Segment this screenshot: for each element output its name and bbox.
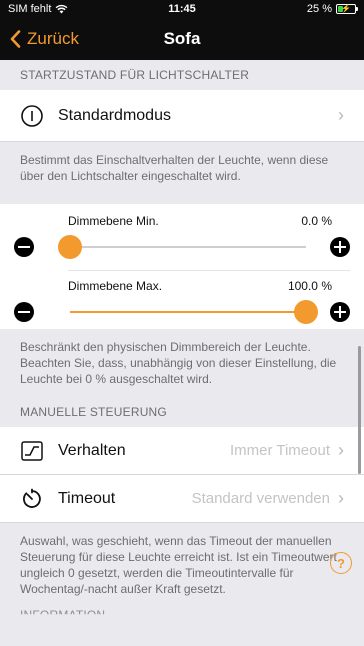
dim-max-label: Dimmebene Max.	[68, 279, 163, 293]
back-label: Zurück	[27, 29, 79, 48]
dim-min-label-row: Dimmebene Min. 0.0 %	[14, 212, 350, 230]
dim-min-decrease-button[interactable]	[14, 237, 34, 257]
dim-min-slider-thumb[interactable]	[58, 235, 82, 259]
timeout-label: Timeout	[58, 489, 116, 507]
dim-min-increase-button[interactable]	[330, 237, 350, 257]
dim-max-slider-row	[14, 295, 350, 329]
dim-divider	[68, 270, 350, 271]
dim-max-increase-button[interactable]	[330, 302, 350, 322]
chevron-right-icon: ›	[338, 488, 344, 508]
section-header-light-switch: STARTZUSTAND FÜR LICHTSCHALTER	[20, 68, 250, 82]
light-switch-footer: Bestimmt das Einschaltverhalten der Leuc…	[20, 153, 329, 183]
dim-max-slider[interactable]	[70, 300, 318, 324]
dim-min-label: Dimmebene Min.	[68, 214, 159, 228]
status-bar: SIM fehlt 11:45 25 % ⚡	[0, 0, 364, 18]
carrier-text: SIM fehlt	[8, 3, 52, 15]
status-left: SIM fehlt	[8, 3, 68, 15]
chevron-right-icon: ›	[338, 440, 344, 460]
scrollbar[interactable]	[358, 346, 361, 474]
dim-min-slider-row	[14, 230, 350, 264]
dim-max-value: 100.0 %	[287, 279, 332, 293]
section-header-manual: MANUELLE STEUERUNG	[20, 405, 167, 419]
battery-icon: ⚡	[336, 4, 358, 14]
dim-range-group: Dimmebene Min. 0.0 % Dimmebene Max. 100.…	[0, 204, 364, 329]
dim-max-slider-fill	[70, 311, 306, 313]
dim-footer: Beschränkt den physischen Dimmbereich de…	[20, 340, 337, 386]
dim-max-decrease-button[interactable]	[14, 302, 34, 322]
settings-content[interactable]: STARTZUSTAND FÜR LICHTSCHALTER Standardm…	[0, 60, 364, 646]
help-icon: ?	[337, 555, 345, 571]
standard-mode-label: Standardmodus	[58, 106, 171, 124]
dim-max-slider-thumb[interactable]	[294, 300, 318, 324]
chevron-right-icon: ›	[338, 105, 344, 125]
chevron-left-icon	[10, 30, 21, 48]
dim-min-slider[interactable]	[58, 235, 306, 259]
wifi-icon	[56, 4, 68, 14]
help-button[interactable]: ?	[330, 552, 352, 574]
manual-footer: Auswahl, was geschieht, wenn das Timeout…	[20, 534, 337, 596]
behavior-curve-icon	[20, 439, 44, 463]
standard-mode-row[interactable]: Standardmodus ›	[0, 90, 364, 142]
timer-icon	[20, 487, 44, 511]
dim-max-label-row: Dimmebene Max. 100.0 %	[14, 277, 350, 295]
power-icon	[21, 104, 43, 127]
timeout-value: Standard verwenden	[191, 490, 330, 507]
charging-bolt-icon: ⚡	[341, 4, 351, 13]
behavior-row[interactable]: Verhalten Immer Timeout ›	[0, 427, 364, 475]
navigation-bar: Zurück Sofa	[0, 18, 364, 60]
behavior-value: Immer Timeout	[229, 442, 330, 459]
status-right: 25 % ⚡	[306, 3, 358, 15]
back-button[interactable]: Zurück	[0, 29, 79, 49]
timeout-row[interactable]: Timeout Standard verwenden ›	[0, 475, 364, 523]
battery-percent: 25 %	[306, 3, 332, 15]
behavior-label: Verhalten	[58, 441, 126, 459]
dim-min-value: 0.0 %	[301, 214, 332, 228]
